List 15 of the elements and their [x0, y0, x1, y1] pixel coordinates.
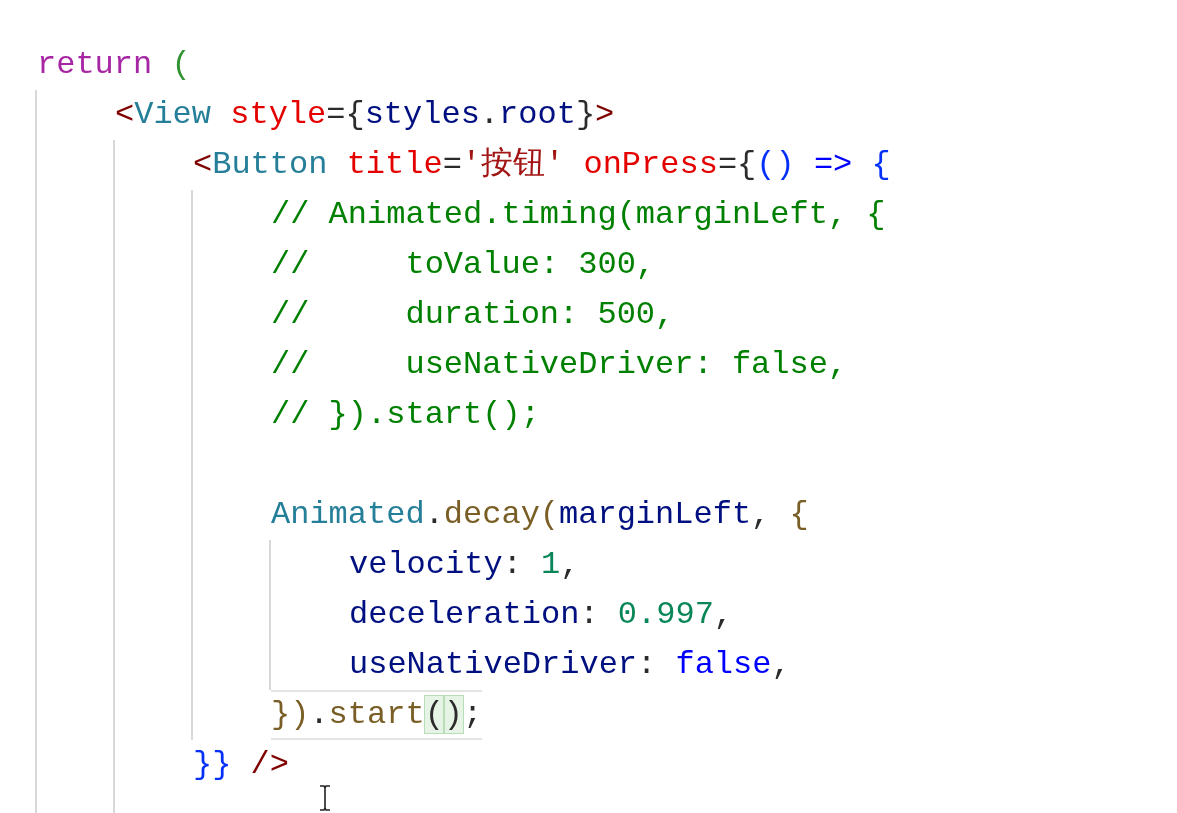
code-line: // duration: 500,: [271, 295, 675, 335]
text-cursor-icon: [318, 785, 332, 811]
code-line: // Animated.timing(marginLeft, {: [271, 195, 886, 235]
code-line: deceleration: 0.997,: [349, 595, 734, 635]
code-line: // toValue: 300,: [271, 245, 656, 285]
code-line: <Button title='按钮' onPress={() => {: [193, 145, 891, 185]
code-line: velocity: 1,: [349, 545, 580, 585]
code-line: useNativeDriver: false,: [349, 645, 791, 685]
code-line: // }).start();: [271, 395, 540, 435]
code-line: }).start();: [271, 690, 483, 740]
code-line: <View style={styles.root}>: [115, 95, 615, 135]
code-line: return (: [37, 45, 191, 85]
code-line: }} />: [193, 745, 289, 785]
code-line: Animated.decay(marginLeft, {: [271, 495, 809, 535]
code-line: // useNativeDriver: false,: [271, 345, 848, 385]
